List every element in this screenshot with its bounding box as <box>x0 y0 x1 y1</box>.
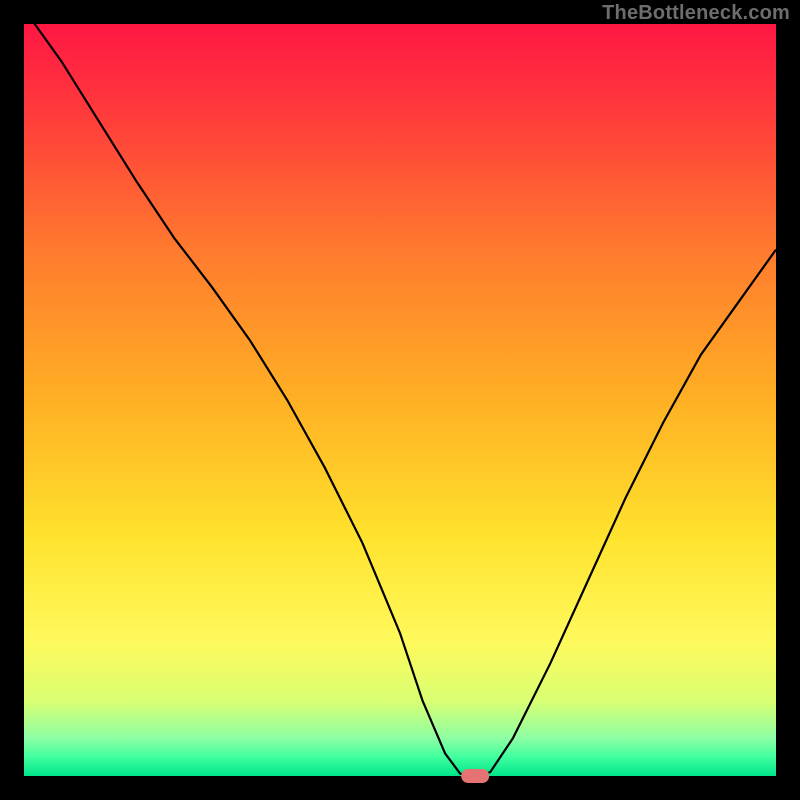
watermark-text: TheBottleneck.com <box>602 2 790 25</box>
plot-background <box>24 24 776 776</box>
bottleneck-chart <box>0 0 800 800</box>
optimal-marker <box>461 769 489 783</box>
chart-frame: TheBottleneck.com <box>0 0 800 800</box>
